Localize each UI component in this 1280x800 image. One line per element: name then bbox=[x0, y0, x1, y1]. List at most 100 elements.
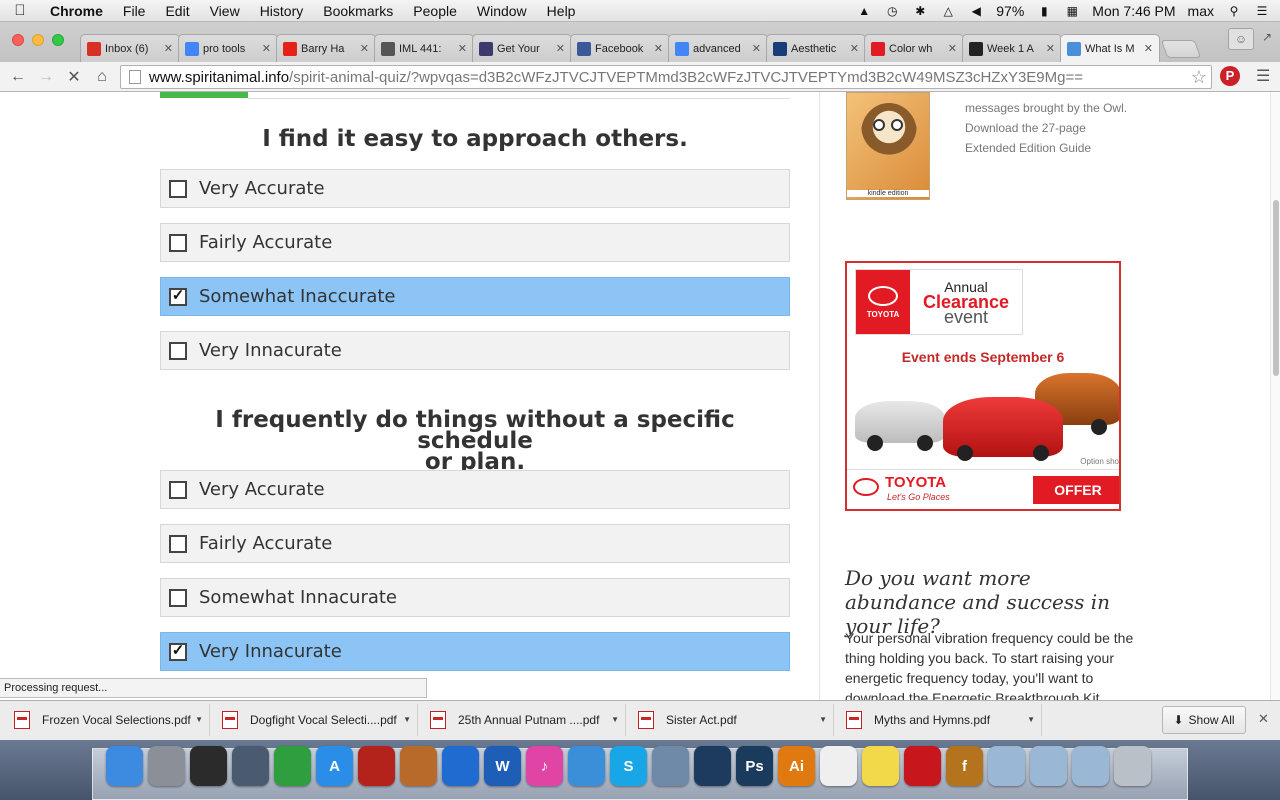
trash-icon[interactable] bbox=[1114, 746, 1151, 786]
close-tab-icon[interactable]: ✕ bbox=[360, 42, 369, 55]
photoshop-icon[interactable]: Ps bbox=[736, 746, 773, 786]
close-tab-icon[interactable]: ✕ bbox=[948, 42, 957, 55]
close-tab-icon[interactable]: ✕ bbox=[262, 42, 271, 55]
itunes-icon[interactable]: ♪ bbox=[526, 746, 563, 786]
new-tab-button[interactable] bbox=[1160, 40, 1202, 58]
checkbox[interactable] bbox=[169, 480, 187, 499]
volume-icon[interactable]: ◀ bbox=[968, 4, 984, 18]
checkbox[interactable] bbox=[169, 588, 187, 607]
browser-tab[interactable]: Aesthetic ✕ bbox=[766, 34, 866, 62]
applications-folder-icon[interactable] bbox=[1030, 746, 1067, 786]
word-icon[interactable]: W bbox=[484, 746, 521, 786]
close-tab-icon[interactable]: ✕ bbox=[1046, 42, 1055, 55]
offer-details-button[interactable]: OFFER DETAIL bbox=[1033, 476, 1119, 504]
stop-loading-button[interactable]: ✕ bbox=[60, 67, 88, 87]
menu-window[interactable]: Window bbox=[467, 3, 537, 19]
browser-tab[interactable]: advanced ✕ bbox=[668, 34, 768, 62]
bookmark-star-icon[interactable]: ☆ bbox=[1191, 67, 1207, 88]
wifi-icon[interactable]: △ bbox=[940, 4, 956, 18]
spotlight-search-icon[interactable]: ⚲ bbox=[1226, 4, 1242, 18]
browser-tab[interactable]: Color wh ✕ bbox=[864, 34, 964, 62]
garageband-icon[interactable] bbox=[400, 746, 437, 786]
menu-help[interactable]: Help bbox=[537, 3, 586, 19]
q1-option-very-accurate[interactable]: Very Accurate bbox=[160, 169, 790, 208]
download-item[interactable]: Frozen Vocal Selections.pdf ▼ bbox=[4, 704, 210, 736]
reminders-icon[interactable] bbox=[820, 746, 857, 786]
browser-tab[interactable]: Week 1 A ✕ bbox=[962, 34, 1062, 62]
browser-tab[interactable]: Barry Ha ✕ bbox=[276, 34, 376, 62]
download-item[interactable]: 25th Annual Putnam ....pdf ▼ bbox=[420, 704, 626, 736]
profile-button[interactable]: ☺ bbox=[1228, 28, 1254, 50]
q2-option-fairly-accurate[interactable]: Fairly Accurate bbox=[160, 524, 790, 563]
browser-tab[interactable]: Facebook ✕ bbox=[570, 34, 670, 62]
battery-icon[interactable]: ▮ bbox=[1036, 4, 1052, 18]
checkbox-checked[interactable]: ✓ bbox=[169, 287, 187, 306]
iphoto-icon[interactable] bbox=[652, 746, 689, 786]
dashboard-icon[interactable] bbox=[190, 746, 227, 786]
toyota-ad[interactable]: TOYOTA Annual Clearance event Event ends… bbox=[845, 261, 1121, 511]
downloads-folder-icon[interactable] bbox=[988, 746, 1025, 786]
owl-book-cover[interactable]: kindle edition bbox=[846, 92, 930, 200]
close-window-button[interactable] bbox=[12, 34, 24, 46]
show-all-downloads-button[interactable]: ⬇ Show All bbox=[1162, 706, 1246, 734]
documents-folder-icon[interactable] bbox=[1072, 746, 1109, 786]
q2-option-very-innacurate[interactable]: ✓ Very Innacurate bbox=[160, 632, 790, 671]
zoom-window-button[interactable] bbox=[52, 34, 64, 46]
checkbox[interactable] bbox=[169, 233, 187, 252]
checkbox[interactable] bbox=[169, 341, 187, 360]
browser-tab[interactable]: Inbox (6) ✕ bbox=[80, 34, 180, 62]
q2-option-very-accurate[interactable]: Very Accurate bbox=[160, 470, 790, 509]
illustrator-icon[interactable]: Ai bbox=[778, 746, 815, 786]
browser-tab[interactable]: pro tools ✕ bbox=[178, 34, 278, 62]
q2-option-somewhat-innacurate[interactable]: Somewhat Innacurate bbox=[160, 578, 790, 617]
download-item[interactable]: Dogfight Vocal Selecti....pdf ▼ bbox=[212, 704, 418, 736]
page-icon[interactable] bbox=[129, 70, 141, 84]
menu-clock[interactable]: Mon 7:46 PM bbox=[1092, 3, 1175, 19]
menu-view[interactable]: View bbox=[200, 3, 250, 19]
notification-center-icon[interactable]: ☰ bbox=[1254, 4, 1270, 18]
minimize-window-button[interactable] bbox=[32, 34, 44, 46]
photo-booth-icon[interactable] bbox=[358, 746, 395, 786]
checkbox-checked[interactable]: ✓ bbox=[169, 642, 187, 661]
close-tab-icon[interactable]: ✕ bbox=[752, 42, 761, 55]
close-shelf-icon[interactable]: ✕ bbox=[1258, 711, 1269, 727]
chrome-icon[interactable] bbox=[274, 746, 311, 786]
menu-edit[interactable]: Edit bbox=[155, 3, 199, 19]
checkbox[interactable] bbox=[169, 179, 187, 198]
chrome-menu-button[interactable]: ☰ bbox=[1256, 66, 1270, 86]
calendar-icon[interactable]: ▦ bbox=[1064, 4, 1080, 18]
google-earth-icon[interactable] bbox=[442, 746, 479, 786]
q1-option-fairly-accurate[interactable]: Fairly Accurate bbox=[160, 223, 790, 262]
close-tab-icon[interactable]: ✕ bbox=[556, 42, 565, 55]
scrollbar-thumb[interactable] bbox=[1273, 200, 1279, 376]
download-menu-caret-icon[interactable]: ▼ bbox=[819, 715, 827, 724]
time-machine-icon[interactable] bbox=[694, 746, 731, 786]
download-menu-caret-icon[interactable]: ▼ bbox=[195, 715, 203, 724]
launchpad-icon[interactable] bbox=[148, 746, 185, 786]
close-tab-icon[interactable]: ✕ bbox=[850, 42, 859, 55]
bluetooth-icon[interactable]: ✱ bbox=[912, 4, 928, 18]
mission-control-icon[interactable] bbox=[232, 746, 269, 786]
home-button[interactable]: ⌂ bbox=[88, 68, 116, 86]
q1-option-somewhat-inaccurate[interactable]: ✓ Somewhat Inaccurate bbox=[160, 277, 790, 316]
user-name[interactable]: max bbox=[1188, 3, 1214, 19]
fullscreen-icon[interactable]: ↗ bbox=[1258, 30, 1276, 48]
browser-tab[interactable]: IML 441: ✕ bbox=[374, 34, 474, 62]
app-store-icon[interactable]: A bbox=[316, 746, 353, 786]
download-menu-caret-icon[interactable]: ▼ bbox=[1027, 715, 1035, 724]
download-item[interactable]: Myths and Hymns.pdf ▼ bbox=[836, 704, 1042, 736]
safari-icon[interactable] bbox=[568, 746, 605, 786]
download-menu-caret-icon[interactable]: ▼ bbox=[403, 715, 411, 724]
stickies-icon[interactable] bbox=[862, 746, 899, 786]
close-tab-icon[interactable]: ✕ bbox=[164, 42, 173, 55]
adobe-menu-icon[interactable]: ▲ bbox=[856, 4, 872, 18]
finder-icon[interactable] bbox=[106, 746, 143, 786]
skype-icon[interactable]: S bbox=[610, 746, 647, 786]
menu-file[interactable]: File bbox=[113, 3, 156, 19]
acrobat-icon[interactable] bbox=[904, 746, 941, 786]
time-machine-menu-icon[interactable]: ◷ bbox=[884, 4, 900, 18]
q1-option-very-innacurate[interactable]: Very Innacurate bbox=[160, 331, 790, 370]
forward-button[interactable]: → bbox=[32, 68, 60, 86]
download-menu-caret-icon[interactable]: ▼ bbox=[611, 715, 619, 724]
close-tab-icon[interactable]: ✕ bbox=[458, 42, 467, 55]
